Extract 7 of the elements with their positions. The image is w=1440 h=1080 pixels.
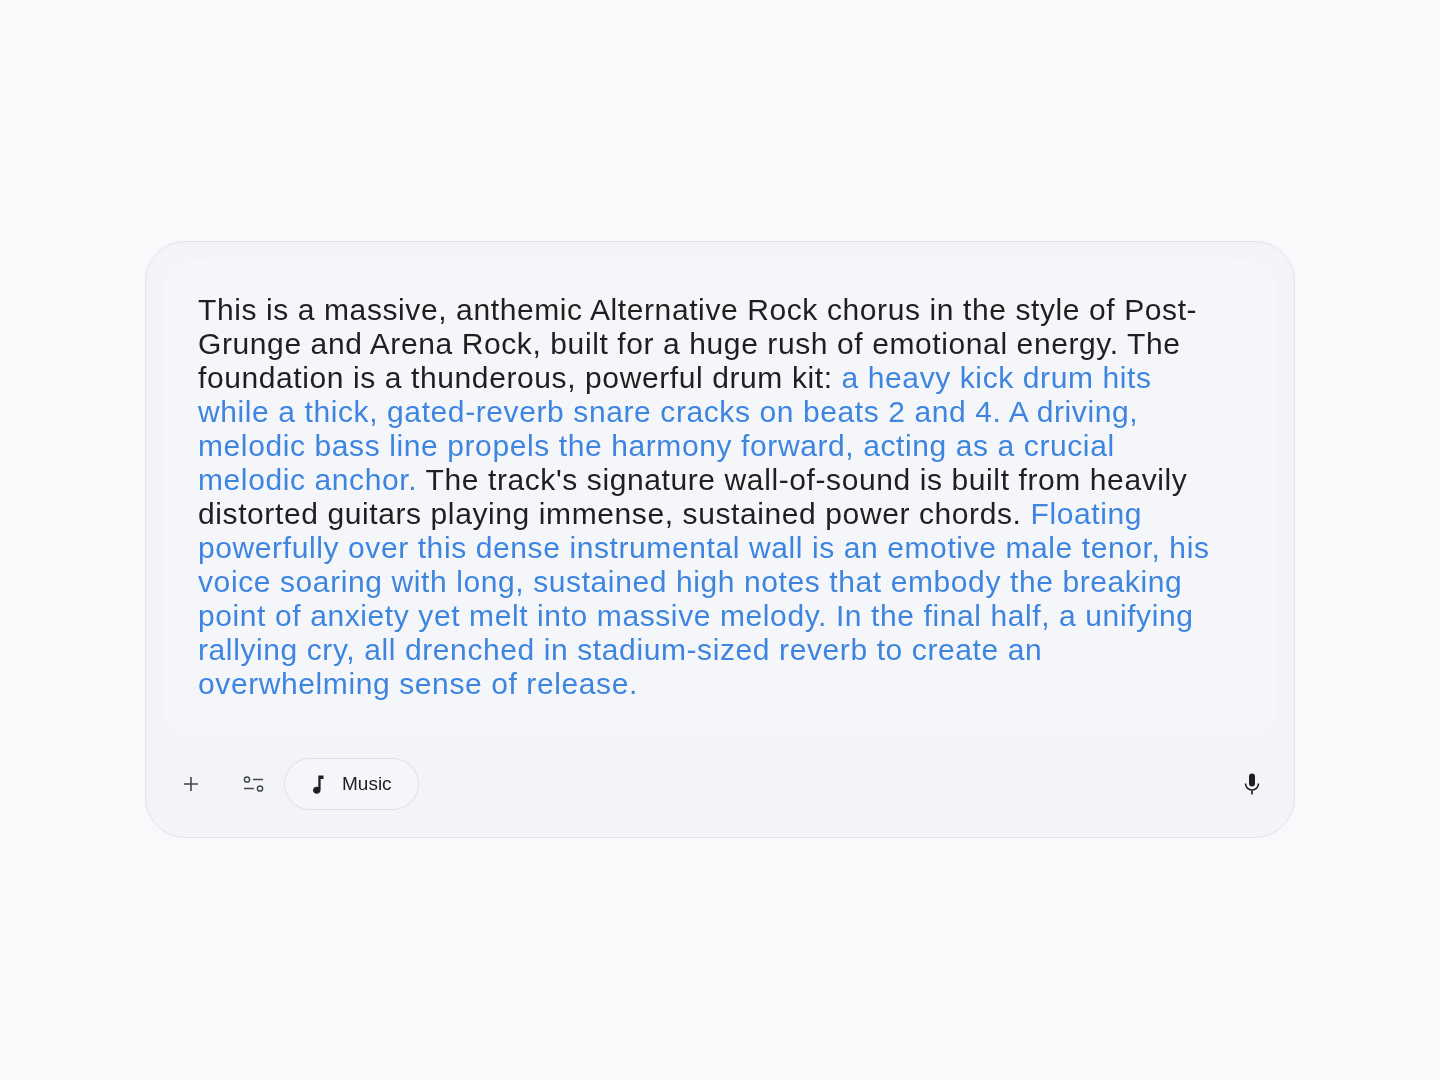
prompt-text: This is a massive, anthemic Alternative Rock chorus in the style of Post-Grunge and Arena Rock, built for a huge rush of emotional energy. The foundation is a thunderous, powerful drum kit: a heavy kick drum hits while a thick, gated-reverb snare cracks on beats 2 and 4. A driving, melodic bass line propels the harmony forward, acting as a crucial melodic anchor. The track's signature wall-of-sound is built from heavily distorted guitars playing immense, sustained power chords. Floating powerfully over this dense instrumental wall is an emotive male tenor, his voice soaring with long, sustained high notes that embody the breaking point of anxiety yet melt into massive melody. In the final half, a unifying rallying cry, all drenched in stadium-sized reverb to create an overwhelming sense of release.: [198, 293, 1211, 701]
sliders-icon: [243, 776, 265, 792]
microphone-icon: [1244, 773, 1260, 795]
music-chip[interactable]: Music: [284, 758, 419, 810]
music-note-icon: [312, 774, 324, 794]
plus-icon: [183, 776, 199, 792]
microphone-button[interactable]: [1242, 771, 1262, 797]
